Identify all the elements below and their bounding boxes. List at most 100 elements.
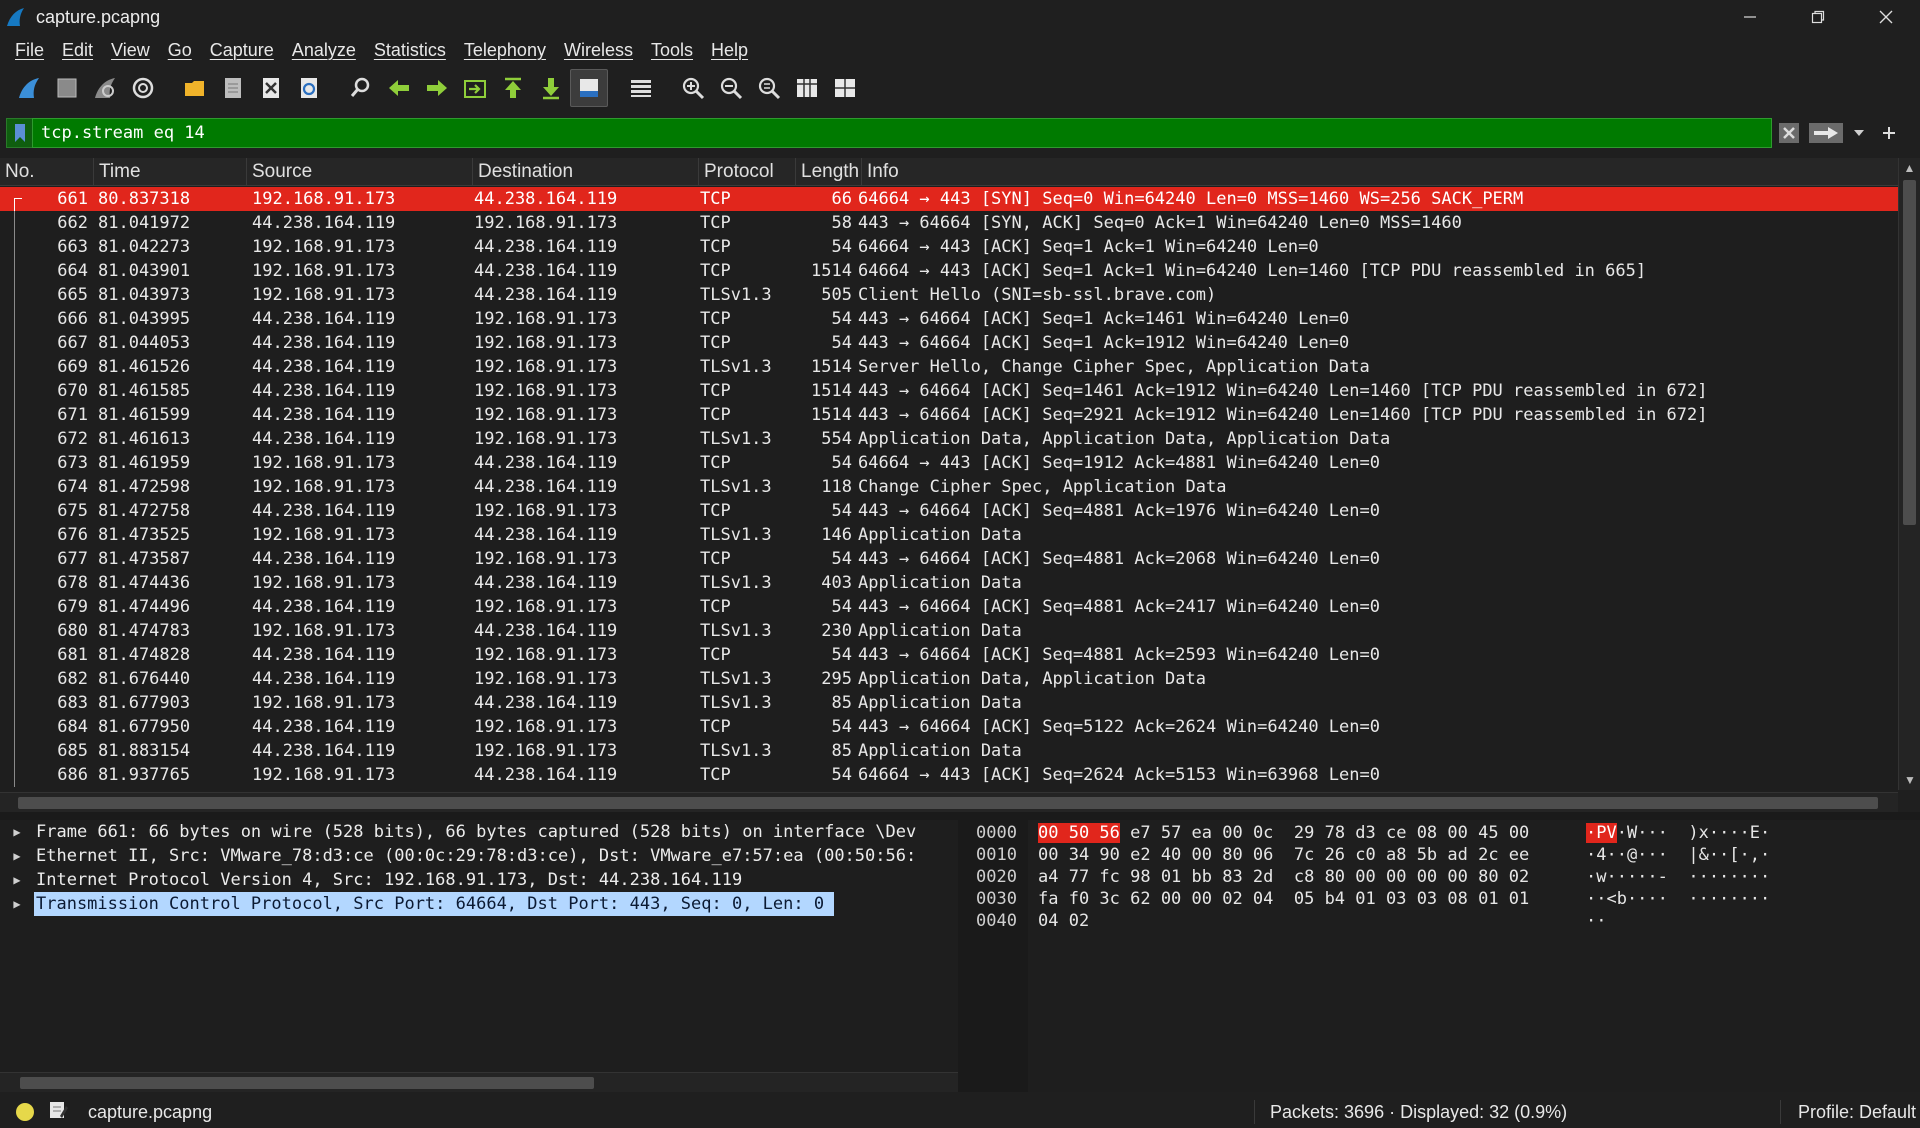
menu-file[interactable]: File xyxy=(6,40,53,61)
filter-history-dropdown[interactable] xyxy=(1846,118,1872,148)
detail-row-ethernet[interactable]: ▶ Ethernet II, Src: VMware_78:d3:ce (00:… xyxy=(0,844,958,868)
maximize-button[interactable] xyxy=(1784,0,1852,34)
go-forward-button[interactable] xyxy=(418,69,456,107)
packet-row[interactable]: 683 81.677903 192.168.91.173 44.238.164.… xyxy=(0,691,1898,715)
menu-analyze[interactable]: Analyze xyxy=(283,40,365,61)
menu-statistics[interactable]: Statistics xyxy=(365,40,455,61)
add-filter-button[interactable] xyxy=(1872,118,1906,148)
close-button[interactable] xyxy=(1852,0,1920,34)
hex-row[interactable]: fa f0 3c 62 00 00 02 04 05 b4 01 03 03 0… xyxy=(1038,888,1529,910)
detail-row-ipv4[interactable]: ▶ Internet Protocol Version 4, Src: 192.… xyxy=(0,868,958,892)
menu-telephony[interactable]: Telephony xyxy=(455,40,555,61)
expand-arrow-icon[interactable]: ▶ xyxy=(0,820,34,844)
zoom-out-button[interactable] xyxy=(712,69,750,107)
packet-row[interactable]: 671 81.461599 44.238.164.119 192.168.91.… xyxy=(0,403,1898,427)
autoscroll-toggle[interactable] xyxy=(570,69,608,107)
packet-row[interactable]: 665 81.043973 192.168.91.173 44.238.164.… xyxy=(0,283,1898,307)
ascii-row[interactable]: ·PV·W··· )x····E· xyxy=(1586,822,1770,844)
packet-row[interactable]: 678 81.474436 192.168.91.173 44.238.164.… xyxy=(0,571,1898,595)
expert-info-icon[interactable] xyxy=(16,1103,34,1121)
ascii-row[interactable]: ·w·····- ········ xyxy=(1586,866,1770,888)
time-reference-button[interactable] xyxy=(826,69,864,107)
start-capture-button[interactable] xyxy=(10,69,48,107)
packet-row[interactable]: 666 81.043995 44.238.164.119 192.168.91.… xyxy=(0,307,1898,331)
packet-row[interactable]: 662 81.041972 44.238.164.119 192.168.91.… xyxy=(0,211,1898,235)
menu-wireless[interactable]: Wireless xyxy=(555,40,642,61)
capture-comment-button[interactable] xyxy=(48,1100,68,1125)
pane-splitter-horizontal[interactable] xyxy=(0,812,1920,820)
scroll-down-arrow-icon[interactable]: ▼ xyxy=(1899,770,1920,790)
go-to-packet-button[interactable] xyxy=(456,69,494,107)
packet-row[interactable]: 672 81.461613 44.238.164.119 192.168.91.… xyxy=(0,427,1898,451)
detail-row-frame[interactable]: ▶ Frame 661: 66 bytes on wire (528 bits)… xyxy=(0,820,958,844)
packet-row-selected[interactable]: 661 80.837318 192.168.91.173 44.238.164.… xyxy=(0,187,1898,211)
packet-row[interactable]: 682 81.676440 44.238.164.119 192.168.91.… xyxy=(0,667,1898,691)
pane-splitter-vertical[interactable] xyxy=(958,820,970,1092)
hex-row[interactable]: 04 02 xyxy=(1038,910,1089,932)
detail-row-tcp[interactable]: ▶ Transmission Control Protocol, Src Por… xyxy=(0,892,958,916)
column-header-time[interactable]: Time xyxy=(94,158,247,186)
menu-view[interactable]: View xyxy=(102,40,159,61)
column-header-no[interactable]: No. xyxy=(0,158,94,186)
apply-filter-button[interactable] xyxy=(1806,118,1846,148)
ascii-row[interactable]: ··<b···· ········ xyxy=(1586,888,1770,910)
ascii-row[interactable]: ·· xyxy=(1586,910,1606,932)
packet-row[interactable]: 669 81.461526 44.238.164.119 192.168.91.… xyxy=(0,355,1898,379)
packet-row[interactable]: 664 81.043901 192.168.91.173 44.238.164.… xyxy=(0,259,1898,283)
packet-row[interactable]: 670 81.461585 44.238.164.119 192.168.91.… xyxy=(0,379,1898,403)
scroll-thumb[interactable] xyxy=(20,1077,594,1089)
scroll-up-arrow-icon[interactable]: ▲ xyxy=(1899,158,1920,178)
packet-row[interactable]: 667 81.044053 44.238.164.119 192.168.91.… xyxy=(0,331,1898,355)
packet-row[interactable]: 677 81.473587 44.238.164.119 192.168.91.… xyxy=(0,547,1898,571)
packet-row[interactable]: 684 81.677950 44.238.164.119 192.168.91.… xyxy=(0,715,1898,739)
column-header-protocol[interactable]: Protocol xyxy=(699,158,796,186)
expand-arrow-icon[interactable]: ▶ xyxy=(0,844,34,868)
column-header-length[interactable]: Length xyxy=(796,158,862,186)
packet-row[interactable]: 674 81.472598 192.168.91.173 44.238.164.… xyxy=(0,475,1898,499)
expand-arrow-icon[interactable]: ▶ xyxy=(0,868,34,892)
save-file-button[interactable] xyxy=(214,69,252,107)
zoom-in-button[interactable] xyxy=(674,69,712,107)
restart-capture-button[interactable] xyxy=(86,69,124,107)
ascii-row[interactable]: ·4··@··· |&··[·,· xyxy=(1586,844,1770,866)
expand-arrow-icon[interactable]: ▶ xyxy=(0,892,34,916)
packet-list-vertical-scrollbar[interactable]: ▲ ▼ xyxy=(1898,158,1920,790)
minimize-button[interactable] xyxy=(1716,0,1784,34)
reload-file-button[interactable] xyxy=(290,69,328,107)
clear-filter-button[interactable] xyxy=(1772,118,1806,148)
packet-row[interactable]: 676 81.473525 192.168.91.173 44.238.164.… xyxy=(0,523,1898,547)
column-header-destination[interactable]: Destination xyxy=(473,158,699,186)
stop-capture-button[interactable] xyxy=(48,69,86,107)
status-profile[interactable]: Profile: Default xyxy=(1798,1102,1916,1123)
open-file-button[interactable] xyxy=(176,69,214,107)
close-file-button[interactable] xyxy=(252,69,290,107)
zoom-normal-button[interactable] xyxy=(750,69,788,107)
go-last-button[interactable] xyxy=(532,69,570,107)
packet-row[interactable]: 663 81.042273 192.168.91.173 44.238.164.… xyxy=(0,235,1898,259)
menu-help[interactable]: Help xyxy=(702,40,757,61)
details-horizontal-scrollbar[interactable] xyxy=(0,1072,958,1092)
capture-options-button[interactable] xyxy=(124,69,162,107)
go-back-button[interactable] xyxy=(380,69,418,107)
packet-list-horizontal-scrollbar[interactable] xyxy=(0,792,1898,812)
menu-go[interactable]: Go xyxy=(159,40,201,61)
packet-row[interactable]: 673 81.461959 192.168.91.173 44.238.164.… xyxy=(0,451,1898,475)
packet-row[interactable]: 686 81.937765 192.168.91.173 44.238.164.… xyxy=(0,763,1898,787)
packet-row[interactable]: 675 81.472758 44.238.164.119 192.168.91.… xyxy=(0,499,1898,523)
find-packet-button[interactable] xyxy=(342,69,380,107)
column-header-source[interactable]: Source xyxy=(247,158,473,186)
filter-bookmark-button[interactable] xyxy=(6,118,32,148)
colorize-toggle[interactable] xyxy=(622,69,660,107)
resize-columns-button[interactable] xyxy=(788,69,826,107)
scroll-thumb[interactable] xyxy=(1903,180,1916,525)
packet-row[interactable]: 680 81.474783 192.168.91.173 44.238.164.… xyxy=(0,619,1898,643)
hex-row[interactable]: 00 50 56 e7 57 ea 00 0c 29 78 d3 ce 08 0… xyxy=(1038,822,1529,844)
display-filter-input[interactable] xyxy=(32,118,1772,148)
packet-row[interactable]: 685 81.883154 44.238.164.119 192.168.91.… xyxy=(0,739,1898,763)
packet-row[interactable]: 681 81.474828 44.238.164.119 192.168.91.… xyxy=(0,643,1898,667)
hex-row[interactable]: a4 77 fc 98 01 bb 83 2d c8 80 00 00 00 0… xyxy=(1038,866,1529,888)
menu-edit[interactable]: Edit xyxy=(53,40,102,61)
packet-row[interactable]: 679 81.474496 44.238.164.119 192.168.91.… xyxy=(0,595,1898,619)
scroll-thumb[interactable] xyxy=(18,797,1878,809)
menu-tools[interactable]: Tools xyxy=(642,40,702,61)
